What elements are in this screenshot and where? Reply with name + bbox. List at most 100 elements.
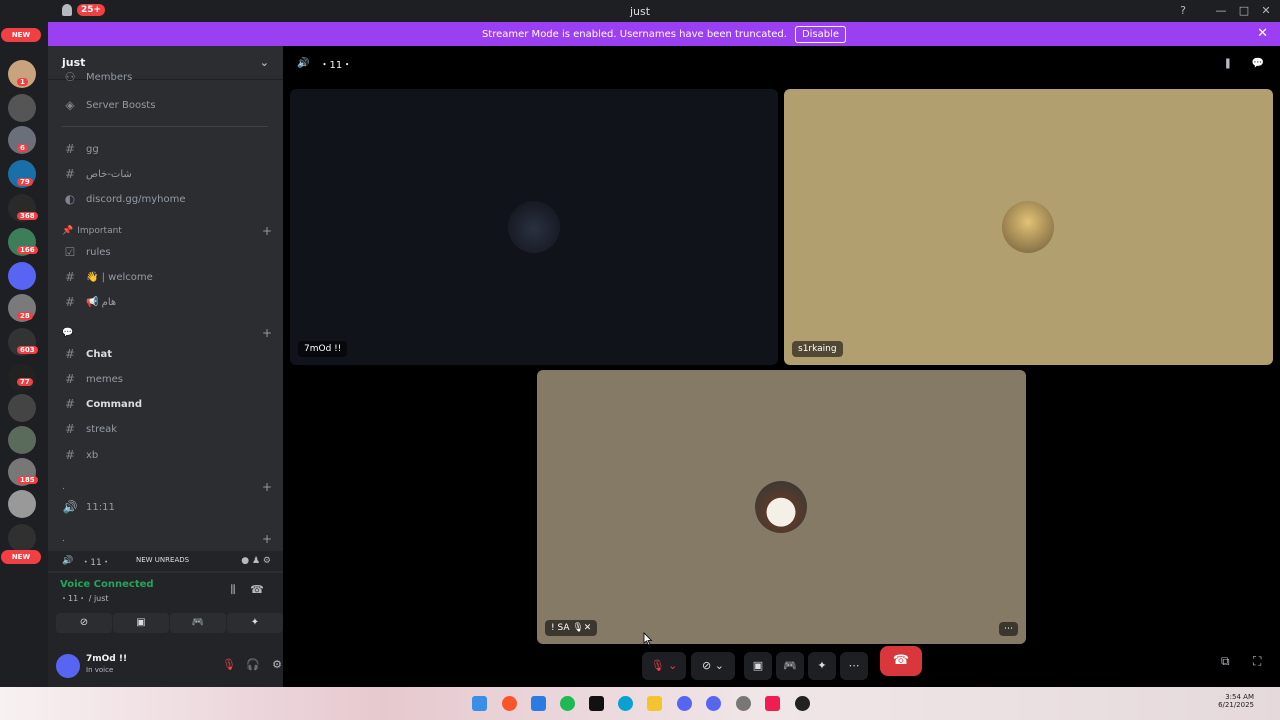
channel-important[interactable]: # 📢 هام <box>56 291 276 313</box>
settings-icon[interactable] <box>736 696 751 711</box>
add-channel-icon[interactable]: + <box>262 532 272 546</box>
screen-share-icon[interactable]: ▣ <box>744 652 772 680</box>
server-icon[interactable] <box>8 394 36 422</box>
hash-icon: # <box>64 142 76 156</box>
app-icon[interactable] <box>795 696 810 711</box>
add-channel-icon[interactable]: + <box>262 326 272 340</box>
edge-icon[interactable] <box>618 696 633 711</box>
folder-icon[interactable] <box>647 696 662 711</box>
channel-members[interactable]: ⚇ Members <box>56 70 276 84</box>
help-icon[interactable]: ? <box>1175 3 1191 19</box>
disable-button[interactable]: Disable <box>794 25 847 43</box>
bookmark-icon[interactable]: ❚ <box>1224 58 1232 69</box>
divider <box>62 126 268 127</box>
activity-icon[interactable]: 🎮 <box>776 652 804 680</box>
category-important[interactable]: 📌 Important + <box>62 224 272 238</box>
soundboard-button[interactable]: ✦ <box>227 613 283 633</box>
channel-xb[interactable]: # xb <box>56 444 276 466</box>
more-icon[interactable]: ⋯ <box>840 652 868 680</box>
avatar[interactable] <box>56 654 80 678</box>
system-clock[interactable]: 3:54 AM 6/21/2025 <box>1218 693 1254 709</box>
category-label: 💬 <box>62 328 74 338</box>
channel-server-boosts[interactable]: ◈ Server Boosts <box>56 94 276 116</box>
video-toggle-button[interactable]: ⊘ <box>56 613 112 633</box>
mute-toggle-button[interactable]: 🎙 ⌄ <box>642 652 686 680</box>
channel-label: Command <box>86 398 143 410</box>
server-badge: 77 <box>17 378 33 386</box>
channel-myhome[interactable]: ◐ discord.gg/myhome <box>56 188 276 210</box>
channel-memes[interactable]: # memes <box>56 368 276 390</box>
category-chat[interactable]: 💬 + <box>62 326 272 340</box>
activity-button[interactable]: 🎮 <box>170 613 226 633</box>
participant-tile[interactable]: ! SA 🎙✕ ⋯ <box>537 370 1026 644</box>
add-channel-icon[interactable]: + <box>262 224 272 238</box>
tiktok-icon[interactable] <box>765 696 780 711</box>
server-icon[interactable] <box>8 262 36 290</box>
brave-icon[interactable] <box>502 696 517 711</box>
channel-label: Members <box>86 71 133 83</box>
mute-icon[interactable]: 🎙 <box>220 656 238 674</box>
add-channel-icon[interactable]: + <box>262 480 272 494</box>
popout-icon[interactable]: ⧉ <box>1221 654 1230 669</box>
voice-connected-channel[interactable]: ・11・ / just <box>60 593 109 604</box>
camera-toggle-button[interactable]: ⊘ ⌄ <box>691 652 735 680</box>
voice-connected-status[interactable]: Voice Connected <box>60 579 154 590</box>
gear-icon[interactable]: ⚙ <box>268 656 283 674</box>
channel-command[interactable]: # Command <box>56 393 276 415</box>
server-badge: 28 <box>17 312 33 320</box>
disconnect-button[interactable]: ☎ <box>880 646 922 676</box>
category-dot[interactable]: . + <box>62 480 272 494</box>
channel-streak[interactable]: # streak <box>56 418 276 440</box>
close-window-button[interactable]: ✕ <box>1258 3 1274 19</box>
channel-label: 11:11 <box>86 501 115 513</box>
channel-rules[interactable]: ☑ rules <box>56 241 276 263</box>
more-options-icon[interactable]: ⋯ <box>999 622 1018 636</box>
spotify-icon[interactable] <box>560 696 575 711</box>
app-icon[interactable] <box>589 696 604 711</box>
maximize-button[interactable]: □ <box>1236 3 1252 19</box>
channel-gg[interactable]: # gg <box>56 138 276 160</box>
server-badge: 185 <box>17 476 38 484</box>
minimize-button[interactable]: — <box>1213 3 1229 19</box>
new-unreads-pill[interactable]: NEW UNREADS <box>130 554 196 566</box>
server-icon[interactable] <box>8 490 36 518</box>
fullscreen-icon[interactable]: ⛶ <box>1253 654 1261 669</box>
avatar <box>1002 201 1054 253</box>
server-icon[interactable] <box>8 94 36 122</box>
channel-label: xb <box>86 449 99 461</box>
streamer-mode-banner: Streamer Mode is enabled. Usernames have… <box>48 22 1280 46</box>
server-badge: 166 <box>17 246 38 254</box>
category-dot-2[interactable]: . + <box>62 532 272 546</box>
discord-icon[interactable] <box>677 696 692 711</box>
discord-icon[interactable] <box>706 696 721 711</box>
soundboard-icon[interactable]: ✦ <box>808 652 836 680</box>
headphones-icon[interactable]: 🎧 <box>244 656 262 674</box>
user-panel[interactable]: 7mOd !! In voice 🎙 🎧 ⚙ <box>56 650 282 684</box>
category-label: . <box>62 534 65 544</box>
voice-actions-icons[interactable]: ● ♟ ⚙ <box>241 556 271 566</box>
participant-tile[interactable]: 7mOd !! <box>290 89 778 365</box>
server-badge: 603 <box>17 346 38 354</box>
disconnect-icon[interactable]: ☎ <box>248 581 266 599</box>
chat-icon[interactable]: 💬 <box>1252 58 1264 69</box>
category-label: . <box>62 482 65 492</box>
participant-name: ! SA 🎙✕ <box>545 620 598 636</box>
new-badge: NEW <box>1 550 41 564</box>
noise-suppression-icon[interactable]: ⫼ <box>224 581 242 599</box>
server-icon[interactable] <box>8 524 36 552</box>
hash-icon: # <box>64 422 76 436</box>
banner-close-icon[interactable]: ✕ <box>1257 26 1268 41</box>
channel-private-chat[interactable]: # شات-خاص <box>56 163 276 185</box>
server-icon[interactable] <box>8 426 36 454</box>
avatar <box>508 201 560 253</box>
members-icon: ⚇ <box>64 70 76 84</box>
screen-share-button[interactable]: ▣ <box>113 613 169 633</box>
voice-channel-title: ・11・ <box>319 59 353 71</box>
channel-voice-1111[interactable]: 🔊 11:11 <box>56 496 276 518</box>
channel-chat[interactable]: # Chat <box>56 343 276 365</box>
participant-tile[interactable]: s1rkaing <box>784 89 1273 365</box>
voice-channel-bar[interactable]: 🔊 ・11・ NEW UNREADS ● ♟ ⚙ <box>48 551 283 571</box>
store-icon[interactable] <box>531 696 546 711</box>
channel-welcome[interactable]: # 👋 | welcome <box>56 266 276 288</box>
start-icon[interactable] <box>472 696 487 711</box>
